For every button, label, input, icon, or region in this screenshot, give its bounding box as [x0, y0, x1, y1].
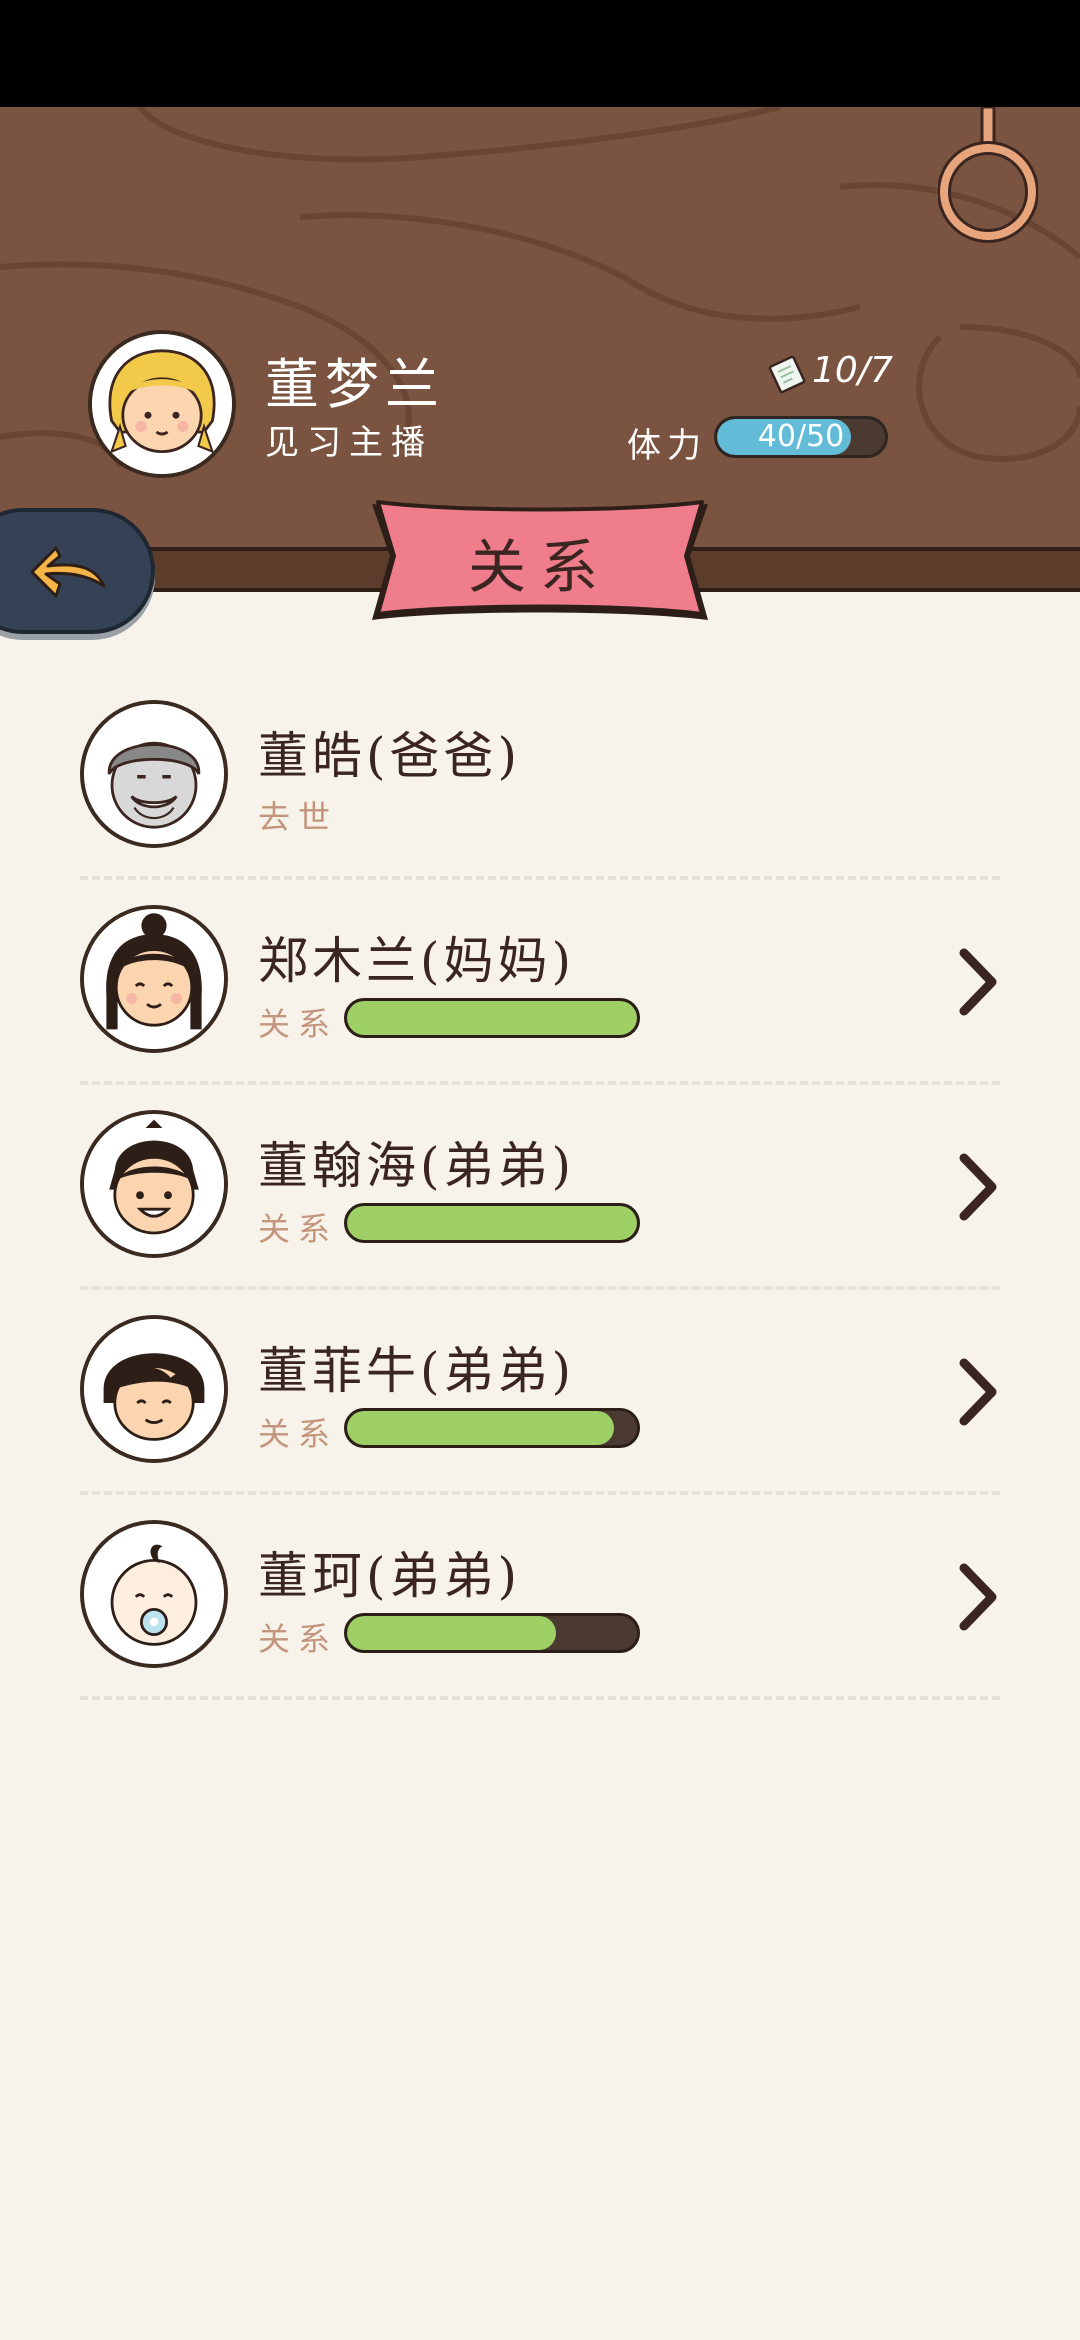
relation-row[interactable]: 董翰海(弟弟) 关系 [80, 1090, 1000, 1295]
baby-avatar-icon [84, 1524, 224, 1664]
player-name: 董梦兰 [265, 353, 445, 416]
relation-bar [344, 1408, 640, 1448]
relation-bar-fill [347, 1206, 637, 1240]
back-button[interactable] [0, 508, 155, 634]
ticket-count: 10/7 [812, 350, 893, 391]
boy2-avatar-icon [84, 1319, 224, 1459]
chevron-right-icon[interactable] [956, 1357, 1000, 1427]
player-avatar[interactable] [88, 330, 236, 478]
stamina-bar: 40/50 [714, 416, 888, 458]
row-divider [80, 1491, 1000, 1495]
relation-name: 董珂(弟弟) [258, 1547, 522, 1605]
relation-bar-label: 关系 [258, 1620, 339, 1658]
boy-avatar-icon [84, 1114, 224, 1254]
relation-avatar[interactable] [80, 905, 228, 1053]
chevron-right-icon[interactable] [956, 947, 1000, 1017]
relation-row[interactable]: 董菲牛(弟弟) 关系 [80, 1295, 1000, 1500]
chevron-right-icon[interactable] [956, 1562, 1000, 1632]
back-arrow-icon [30, 546, 106, 598]
row-divider [80, 1081, 1000, 1085]
chevron-right-icon[interactable] [956, 1152, 1000, 1222]
relation-row[interactable]: 董珂(弟弟) 关系 [80, 1500, 1000, 1705]
relation-avatar[interactable] [80, 1520, 228, 1668]
grandpa-avatar-icon [84, 704, 224, 844]
player-title: 见习主播 [265, 423, 433, 463]
relation-bar-label: 关系 [258, 1005, 339, 1043]
mother-avatar-icon [84, 909, 224, 1049]
relation-bar-label: 关系 [258, 1210, 339, 1248]
relation-bar [344, 998, 640, 1038]
relation-bar-fill [347, 1001, 637, 1035]
relation-name: 董菲牛(弟弟) [258, 1342, 576, 1400]
row-divider [80, 1696, 1000, 1700]
relation-bar-label: 关系 [258, 1415, 339, 1453]
ticket-counter: 10/7 [768, 350, 893, 400]
relation-bar [344, 1613, 640, 1653]
relation-status: 去世 [258, 798, 339, 836]
ticket-icon [768, 355, 806, 394]
relation-avatar[interactable] [80, 1110, 228, 1258]
relation-row: 董皓(爸爸) 去世 [80, 680, 1000, 885]
row-divider [80, 1286, 1000, 1290]
relation-name: 郑木兰(妈妈) [258, 932, 576, 990]
relation-avatar[interactable] [80, 700, 228, 848]
relation-bar [344, 1203, 640, 1243]
stamina-value: 40/50 [757, 419, 845, 454]
row-divider [80, 876, 1000, 880]
blonde-girl-avatar-icon [92, 334, 232, 474]
relation-bar-fill [347, 1411, 614, 1445]
relation-row[interactable]: 郑木兰(妈妈) 关系 [80, 885, 1000, 1090]
relation-avatar[interactable] [80, 1315, 228, 1463]
stamina-label: 体力 [627, 426, 707, 466]
status-bar [0, 0, 1080, 107]
hanging-ring-icon[interactable] [938, 107, 1038, 247]
page-title: 关系 [467, 533, 612, 601]
relation-name: 董皓(爸爸) [258, 727, 522, 785]
relation-bar-fill [347, 1616, 556, 1650]
relation-name: 董翰海(弟弟) [258, 1137, 576, 1195]
